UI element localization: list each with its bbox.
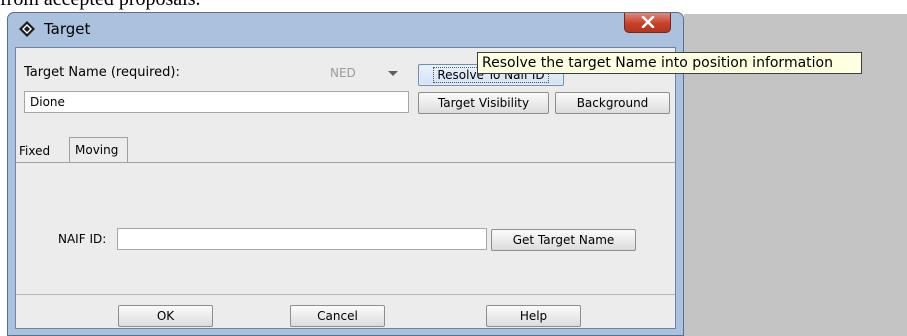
chevron-down-icon [388, 71, 398, 76]
help-button[interactable]: Help [486, 305, 581, 327]
background-button[interactable]: Background [555, 92, 670, 114]
dialog-content: Target Name (required): NED Resolve To N… [15, 47, 676, 329]
window-title: Target [44, 20, 91, 38]
tab-moving[interactable]: Moving [69, 137, 128, 163]
cancel-button[interactable]: Cancel [290, 305, 385, 327]
resolver-select[interactable]: NED [322, 62, 404, 84]
get-target-name-button[interactable]: Get Target Name [491, 229, 636, 251]
target-name-label: Target Name (required): [24, 65, 180, 80]
naif-id-label: NAIF ID: [58, 232, 107, 246]
target-visibility-button[interactable]: Target Visibility [418, 92, 549, 114]
title-bar[interactable]: Target [8, 13, 683, 47]
diamond-app-icon [19, 21, 35, 37]
resolve-tooltip: Resolve the target Name into position in… [477, 52, 862, 74]
ok-button[interactable]: OK [118, 305, 213, 327]
close-button[interactable] [624, 13, 671, 33]
resolver-select-value: NED [330, 66, 356, 80]
moving-tab-panel: NAIF ID: Get Target Name [16, 162, 675, 295]
close-x-icon [641, 16, 655, 28]
naif-id-input[interactable] [117, 228, 487, 250]
tab-fixed[interactable]: Fixed [19, 144, 50, 158]
background-document-text: from accepted proposals. [0, 0, 200, 11]
target-name-input[interactable] [24, 91, 409, 113]
